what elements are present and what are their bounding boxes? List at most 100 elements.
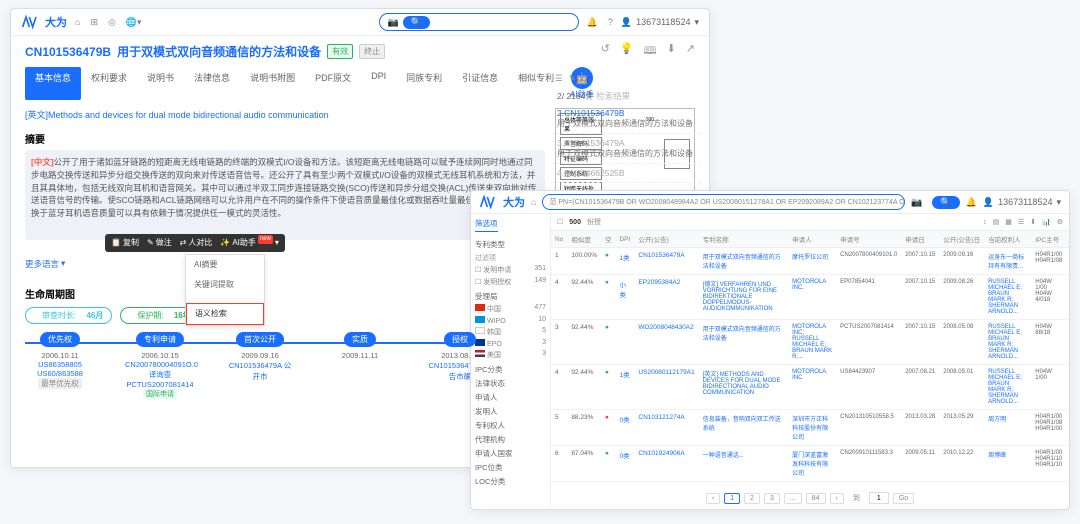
filter-loc[interactable]: LOC分类 [475, 476, 546, 487]
abstract-text: 公开了用于诸如蓝牙链路的短距离无线电链路的终端的双模式I/O设备和方法。该短距离… [31, 157, 536, 218]
patent-number: CN101536479B [25, 45, 111, 59]
table-row[interactable]: 687.04%●0类CN101924906A一种语音通话...厦门深蓝富激发科科… [551, 446, 1069, 482]
filter-type-1[interactable]: ☐ 发明申请351 [475, 264, 546, 276]
ai-summary-item[interactable]: AI摘要 [186, 255, 264, 275]
page-prev[interactable]: ‹ [706, 493, 720, 504]
download-icon[interactable]: ⬇ [667, 42, 676, 61]
timeline-node-exam[interactable]: 实质 2009.11.11 [325, 332, 395, 399]
grid-icon[interactable]: ⊞ [90, 17, 98, 28]
filter-heading: 筛选项 [475, 218, 498, 232]
abstract-heading: 摘要 [25, 131, 545, 146]
home-icon[interactable]: ⌂ [531, 197, 536, 207]
camera-icon-front[interactable]: 📷 [911, 197, 922, 208]
logo-front[interactable]: 大为 [479, 194, 525, 210]
filter-legal[interactable]: 法律状态 [475, 378, 546, 389]
logo[interactable]: 大为 [21, 14, 67, 30]
bookmark-icon[interactable]: 🕮 [644, 42, 657, 61]
page-go-button[interactable]: Go [893, 493, 914, 504]
page-3[interactable]: 3 [764, 493, 780, 504]
camera-icon[interactable]: 📷 [388, 17, 399, 28]
user-menu[interactable]: 👤 13673118524 ▾ [621, 17, 699, 28]
table-toolbar: ☐ 500 份授 ↕ ▤ ▦ ☰ ⬇ 📊 ⚙ [551, 214, 1069, 231]
bell-icon[interactable]: 🔔 [587, 17, 598, 28]
search-button[interactable]: 🔍 [403, 16, 430, 29]
tab-basic[interactable]: 基本信息 [25, 67, 81, 100]
tool-chart-icon[interactable]: 📊 [1042, 218, 1051, 226]
ai-dropdown: AI摘要 关键词提取 语义检索 [185, 254, 265, 326]
note-action[interactable]: ✎ 做注 [147, 237, 172, 249]
tab-legal[interactable]: 法律信息 [184, 67, 240, 100]
compare-action[interactable]: ⇄ 人对比 [180, 237, 213, 249]
globe-icon[interactable]: 🌐▾ [126, 17, 142, 28]
ai-action[interactable]: ✨ AI助手new ▾ [220, 237, 279, 249]
ai-keyword-item[interactable]: 关键词提取 [186, 275, 264, 295]
tab-citation[interactable]: 引证信息 [452, 67, 508, 100]
filter-owner[interactable]: 专利权人 [475, 420, 546, 431]
sidebar-item-3[interactable]: 4.CN104662525B [551, 164, 701, 183]
filter-agency[interactable]: 代理机构 [475, 434, 546, 445]
table-row[interactable]: 492.44%●小类EP2095384A2[德文] VERFAHREN UND … [551, 275, 1069, 320]
tab-claims[interactable]: 权利要求 [81, 67, 137, 100]
history-icon[interactable]: ↺ [601, 42, 610, 61]
filter-inventor[interactable]: 发明人 [475, 406, 546, 417]
table-row[interactable]: 392.44%●WO2008048430A2用于双模式双向音频通信的方法和设备M… [551, 320, 1069, 365]
tab-pdf[interactable]: PDF原文 [305, 67, 361, 100]
chevron-down-icon: ▾ [694, 17, 699, 28]
page-1[interactable]: 1 [724, 493, 740, 504]
home-icon[interactable]: ⌂ [75, 17, 80, 27]
filter-ipc[interactable]: IPC分类 [475, 364, 546, 375]
bell-icon-front[interactable]: 🔔 [966, 197, 977, 208]
bulb-icon[interactable]: 💡 [620, 42, 634, 61]
tab-figures[interactable]: 说明书附图 [240, 67, 305, 100]
ai-blank-item[interactable] [186, 295, 264, 303]
top-right-icons: 🔔 ? [587, 17, 613, 28]
filter-panel: 筛选项 专利类型 过滤项 ☐ 发明申请351 ☐ 发明授权149 受理局 中国4… [471, 214, 551, 508]
tool-download-icon[interactable]: ⬇ [1030, 218, 1036, 226]
timeline-node-publish[interactable]: 首次公开 2009.09.16 CN101536479A 公开市 [225, 332, 295, 399]
tab-family[interactable]: 同族专利 [396, 67, 452, 100]
share-icon[interactable]: ↗ [686, 42, 695, 61]
tool-layout-icon[interactable]: ▤ [993, 218, 1000, 226]
page-last[interactable]: 84 [806, 493, 826, 504]
list-icon[interactable]: ☰ [555, 73, 563, 84]
search-pill: 📷 🔍 [379, 13, 579, 31]
timeline-node-priority[interactable]: 优先权 2006.10.11 US86358805 US60/863588 最早… [25, 332, 95, 399]
filter-applicant[interactable]: 申请人 [475, 392, 546, 403]
ai-semantic-item[interactable]: 语义检索 [186, 303, 264, 325]
abstract-box[interactable]: [中文]公开了用于诸如蓝牙链路的短距离无线电链路的终端的双模式I/O设备和方法。… [25, 150, 545, 240]
sidebar-item-1[interactable]: 2.CN101536479B 用于双模式双向音频通信的方法和设备 [551, 104, 701, 134]
filter-country-us[interactable]: 美国3 [475, 349, 546, 361]
filter-country-cn[interactable]: 中国477 [475, 303, 546, 315]
tab-desc[interactable]: 说明书 [137, 67, 184, 100]
copy-action[interactable]: 📋 复制 [111, 237, 139, 249]
sidebar-item-2[interactable]: 3.CN101536479A 用于双模式双向音频通信的方法和设备 [551, 134, 701, 164]
filter-country-kr[interactable]: 韩国5 [475, 326, 546, 338]
filter-country-wipo[interactable]: WIPO10 [475, 315, 546, 326]
top-nav-icons: ⌂ ⊞ ◎ 🌐▾ [75, 17, 142, 28]
avatar-icon: 👤 [621, 17, 632, 28]
query-bar[interactable]: 范 PN=(CN101536479B OR WO2008048984A2 OR … [542, 194, 905, 210]
search-button-front[interactable]: 🔍 [932, 196, 959, 209]
tool-grid-icon[interactable]: ▦ [1005, 218, 1012, 226]
tool-settings-icon[interactable]: ⚙ [1057, 218, 1063, 226]
filter-ipc-pos[interactable]: IPC位类 [475, 462, 546, 473]
target-icon[interactable]: ◎ [108, 17, 116, 28]
table-row[interactable]: 492.44%●1类US20080112179A1[英文] METHODS AN… [551, 365, 1069, 410]
filter-country-eu[interactable]: EPO3 [475, 338, 546, 349]
table-row[interactable]: 1100.00%●1类CN101536479A用于双模式双向音频通信的方法和设备… [551, 248, 1069, 275]
timeline-node-apply[interactable]: 专利申请 2006.10.15 CN200780004091O.0 译询查 PC… [125, 332, 195, 399]
filter-type-2[interactable]: ☐ 发明授权149 [475, 276, 546, 288]
table-row[interactable]: 588.23%●0类CN103121274A信息装备，音响双向双工传送系统深圳市… [551, 410, 1069, 446]
user-menu-front[interactable]: 👤13673118524▾ [983, 197, 1061, 208]
filter-app-country[interactable]: 申请人国家 [475, 448, 546, 459]
filter-office-label: 受理局 [475, 291, 546, 302]
page-jump-input[interactable] [869, 492, 889, 504]
tool-sort-icon[interactable]: ↕ [983, 219, 987, 226]
edit-icon[interactable]: ✎ [569, 73, 576, 84]
more-languages-link[interactable]: 更多语言 ▾ [25, 258, 65, 270]
help-icon[interactable]: ? [608, 17, 613, 27]
page-next[interactable]: › [830, 493, 844, 504]
tool-list-icon[interactable]: ☰ [1018, 218, 1024, 226]
page-2[interactable]: 2 [744, 493, 760, 504]
tab-dpi[interactable]: DPI [361, 67, 396, 100]
